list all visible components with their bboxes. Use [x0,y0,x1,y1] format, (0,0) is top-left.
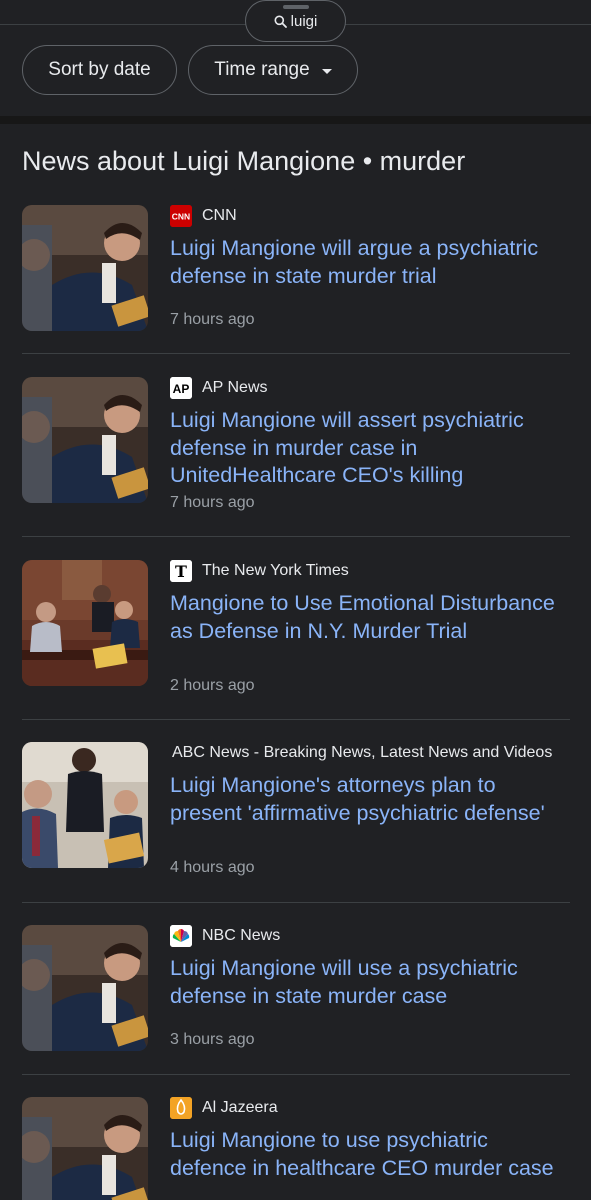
source-row: CNN CNN [170,205,570,227]
search-icon [274,15,287,28]
source-name: Al Jazeera [202,1099,278,1116]
article-headline[interactable]: Luigi Mangione will argue a psychiatric … [170,235,570,290]
al-jazeera-logo-icon [170,1097,192,1119]
source-name: AP News [202,379,268,396]
top-bar: luigi Sort by date Time range [0,0,591,122]
divider [22,353,570,354]
article-headline[interactable]: Luigi Mangione to use psychiatric defenc… [170,1127,570,1182]
search-pill[interactable]: luigi [245,0,346,42]
source-name: NBC News [202,927,281,944]
sort-label: Sort by date [48,59,151,80]
nyt-logo-icon: T [170,560,192,582]
article-time: 7 hours ago [170,311,255,328]
news-item[interactable]: AP AP News Luigi Mangione will assert ps… [22,377,570,517]
time-range-chip[interactable]: Time range [188,45,358,95]
section-divider [0,116,591,124]
source-row: AP AP News [170,377,570,399]
source-row: NBC News [170,925,570,947]
source-name: The New York Times [202,562,349,579]
drag-handle[interactable] [282,5,309,9]
svg-text:T: T [175,562,187,581]
article-headline[interactable]: Luigi Mangione will assert psychiatric d… [170,407,570,490]
news-item[interactable]: NBC News Luigi Mangione will use a psych… [22,925,570,1055]
article-thumbnail[interactable] [22,925,148,1051]
divider [22,536,570,537]
article-time: 2 hours ago [170,677,255,694]
divider [22,719,570,720]
article-thumbnail[interactable] [22,377,148,503]
cnn-logo-icon: CNN [170,205,192,227]
news-item[interactable]: Al Jazeera Luigi Mangione to use psychia… [22,1097,570,1200]
sort-by-date-chip[interactable]: Sort by date [22,45,177,95]
chevron-down-icon [321,68,332,74]
divider [22,1074,570,1075]
article-thumbnail[interactable] [22,205,148,331]
source-row: ABC News - Breaking News, Latest News an… [170,742,570,764]
source-name: ABC News - Breaking News, Latest News an… [172,744,553,761]
ap-logo-icon: AP [170,377,192,399]
source-name: CNN [202,207,237,224]
news-item[interactable]: CNN CNN Luigi Mangione will argue a psyc… [22,205,570,335]
nbc-peacock-icon [170,925,192,947]
time-range-label: Time range [214,59,310,80]
article-time: 7 hours ago [170,494,255,511]
article-thumbnail[interactable] [22,742,148,868]
article-headline[interactable]: Mangione to Use Emotional Disturbance as… [170,590,570,645]
article-thumbnail[interactable] [22,560,148,686]
news-item[interactable]: T The New York Times Mangione to Use Emo… [22,560,570,700]
divider [22,902,570,903]
article-time: 4 hours ago [170,859,255,876]
article-headline[interactable]: Luigi Mangione's attorneys plan to prese… [170,772,570,827]
svg-text:AP: AP [173,382,190,396]
section-title: News about Luigi Mangione • murder [22,146,466,176]
news-item[interactable]: ABC News - Breaking News, Latest News an… [22,742,570,882]
svg-text:CNN: CNN [172,212,190,222]
article-headline[interactable]: Luigi Mangione will use a psychiatric de… [170,955,570,1010]
article-thumbnail[interactable] [22,1097,148,1200]
source-row: T The New York Times [170,560,570,582]
search-query: luigi [290,12,318,30]
source-row: Al Jazeera [170,1097,570,1119]
article-time: 3 hours ago [170,1031,255,1048]
